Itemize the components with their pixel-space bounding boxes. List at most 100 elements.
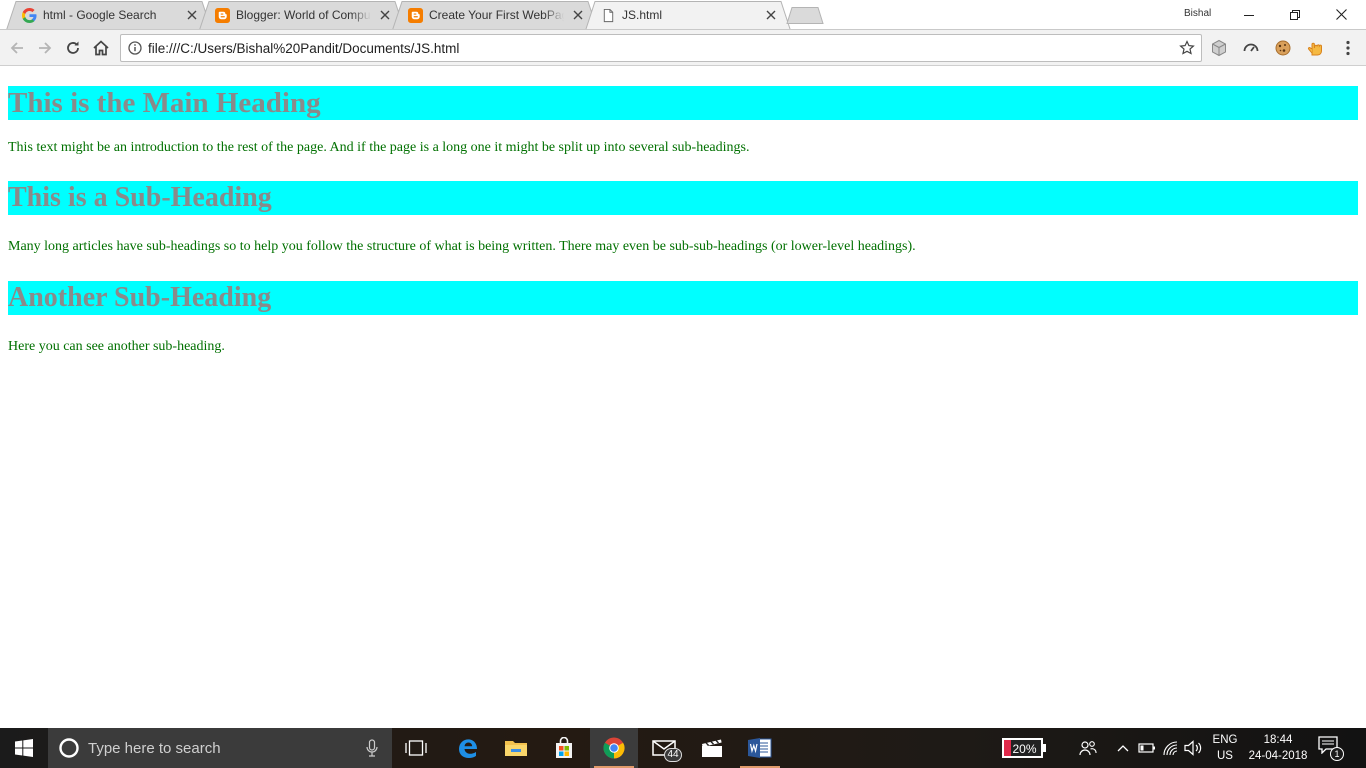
taskbar-movies[interactable]	[688, 728, 736, 768]
home-icon	[93, 40, 109, 56]
edge-icon	[459, 739, 477, 758]
taskbar-store[interactable]	[540, 728, 588, 768]
minimize-button[interactable]	[1226, 0, 1272, 29]
people-button[interactable]	[1078, 738, 1098, 758]
star-icon[interactable]	[1179, 40, 1195, 56]
profile-name[interactable]: Bishal	[1184, 8, 1211, 19]
close-icon	[1335, 9, 1347, 20]
battery-nub	[1043, 744, 1046, 752]
tab-blogger-world[interactable]: Blogger: World of Compu	[199, 1, 405, 30]
folder-icon	[505, 741, 527, 756]
google-icon	[22, 8, 37, 23]
show-hidden-icons-button[interactable]	[1113, 738, 1133, 758]
address-bar[interactable]: file:///C:/Users/Bishal%20Pandit/Documen…	[120, 34, 1202, 62]
reload-button[interactable]	[63, 38, 83, 58]
battery-indicator[interactable]: 20%	[1002, 738, 1046, 758]
taskbar: Type here to search 44 20% ENG US 18:44 …	[0, 728, 1366, 768]
close-icon[interactable]	[379, 9, 391, 21]
browser-toolbar: file:///C:/Users/Bishal%20Pandit/Documen…	[0, 30, 1366, 66]
clapperboard-icon	[702, 739, 722, 757]
back-button[interactable]	[7, 38, 27, 58]
mail-badge: 44	[664, 748, 682, 762]
arrow-right-icon	[39, 42, 52, 54]
cortana-icon	[59, 738, 79, 758]
taskbar-mail[interactable]: 44	[640, 728, 688, 768]
input-language-button[interactable]: ENG US	[1210, 732, 1240, 764]
blogger-icon	[215, 8, 230, 23]
tab-title: html - Google Search	[43, 8, 157, 22]
battery-percent: 20%	[1012, 742, 1037, 756]
battery-tray-button[interactable]	[1137, 738, 1157, 758]
intro-paragraph: This text might be an introduction to th…	[8, 140, 750, 155]
minimize-icon	[1244, 14, 1254, 16]
speaker-icon	[1184, 740, 1202, 756]
close-icon[interactable]	[186, 9, 198, 21]
cube-icon	[1212, 39, 1226, 57]
extension-hand-button[interactable]	[1306, 39, 1324, 57]
clock-button[interactable]: 18:44 24-04-2018	[1244, 732, 1312, 764]
another-sub-heading: Another Sub-Heading	[8, 281, 1358, 315]
volume-button[interactable]	[1184, 738, 1204, 758]
more-vertical-icon	[1346, 40, 1350, 56]
speedometer-icon	[1243, 43, 1259, 52]
action-center-button[interactable]: 1	[1318, 736, 1346, 762]
clock-date: 24-04-2018	[1248, 750, 1308, 762]
tab-title: Create Your First WebPag	[429, 8, 564, 22]
url-text[interactable]: file:///C:/Users/Bishal%20Pandit/Documen…	[148, 41, 459, 56]
restore-icon	[1290, 9, 1300, 20]
forward-button[interactable]	[35, 38, 55, 58]
battery-body: 20%	[1002, 738, 1043, 758]
tab-strip: html - Google Search Blogger: World of C…	[0, 0, 1366, 30]
taskbar-search[interactable]: Type here to search	[48, 728, 392, 768]
clock-time: 18:44	[1263, 734, 1293, 746]
tab-title: JS.html	[622, 8, 663, 22]
microphone-icon[interactable]	[366, 739, 378, 757]
taskbar-edge[interactable]	[444, 728, 492, 768]
restore-button[interactable]	[1272, 0, 1318, 29]
new-tab-button[interactable]	[786, 7, 824, 24]
reload-icon	[67, 41, 79, 54]
wifi-icon	[1163, 741, 1178, 756]
taskbar-chrome[interactable]	[590, 728, 638, 768]
extension-speed-button[interactable]	[1242, 39, 1260, 57]
close-icon[interactable]	[765, 9, 777, 21]
menu-button[interactable]	[1339, 39, 1357, 57]
search-placeholder: Type here to search	[88, 740, 221, 757]
info-icon[interactable]	[128, 41, 142, 55]
task-view-icon	[405, 740, 427, 756]
tab-title: Blogger: World of Compu	[236, 8, 371, 22]
battery-icon	[1138, 743, 1155, 753]
network-button[interactable]	[1161, 738, 1181, 758]
extension-cookie-button[interactable]	[1274, 39, 1292, 57]
word-icon	[748, 738, 772, 758]
tab-js-html[interactable]: JS.html	[585, 1, 791, 30]
tab-create-webpage[interactable]: Create Your First WebPag	[392, 1, 598, 30]
close-window-button[interactable]	[1318, 0, 1364, 29]
main-heading: This is the Main Heading	[8, 86, 1358, 120]
paragraph: Many long articles have sub-headings so …	[8, 239, 916, 254]
cookie-icon	[1275, 40, 1291, 56]
task-view-button[interactable]	[392, 728, 440, 768]
chrome-icon	[603, 737, 625, 759]
chevron-up-icon	[1117, 745, 1129, 752]
region-code: US	[1217, 750, 1233, 762]
notification-count: 1	[1330, 747, 1344, 761]
taskbar-word[interactable]	[736, 728, 784, 768]
page-viewport: This is the Main Heading This text might…	[0, 67, 1366, 728]
language-code: ENG	[1212, 734, 1238, 746]
extension-cube-button[interactable]	[1210, 39, 1228, 57]
hand-pointer-icon	[1307, 42, 1322, 56]
tab-google-search[interactable]: html - Google Search	[6, 1, 212, 30]
home-button[interactable]	[91, 38, 111, 58]
start-button[interactable]	[0, 728, 48, 768]
sub-heading: This is a Sub-Heading	[8, 181, 1358, 215]
close-icon[interactable]	[572, 9, 584, 21]
people-icon	[1079, 741, 1097, 756]
page-icon	[603, 8, 614, 23]
taskbar-file-explorer[interactable]	[492, 728, 540, 768]
paragraph: Here you can see another sub-heading.	[8, 339, 225, 354]
windows-icon	[15, 739, 33, 757]
blogger-icon	[408, 8, 423, 23]
store-bag-icon	[556, 737, 572, 758]
arrow-left-icon	[10, 42, 23, 54]
